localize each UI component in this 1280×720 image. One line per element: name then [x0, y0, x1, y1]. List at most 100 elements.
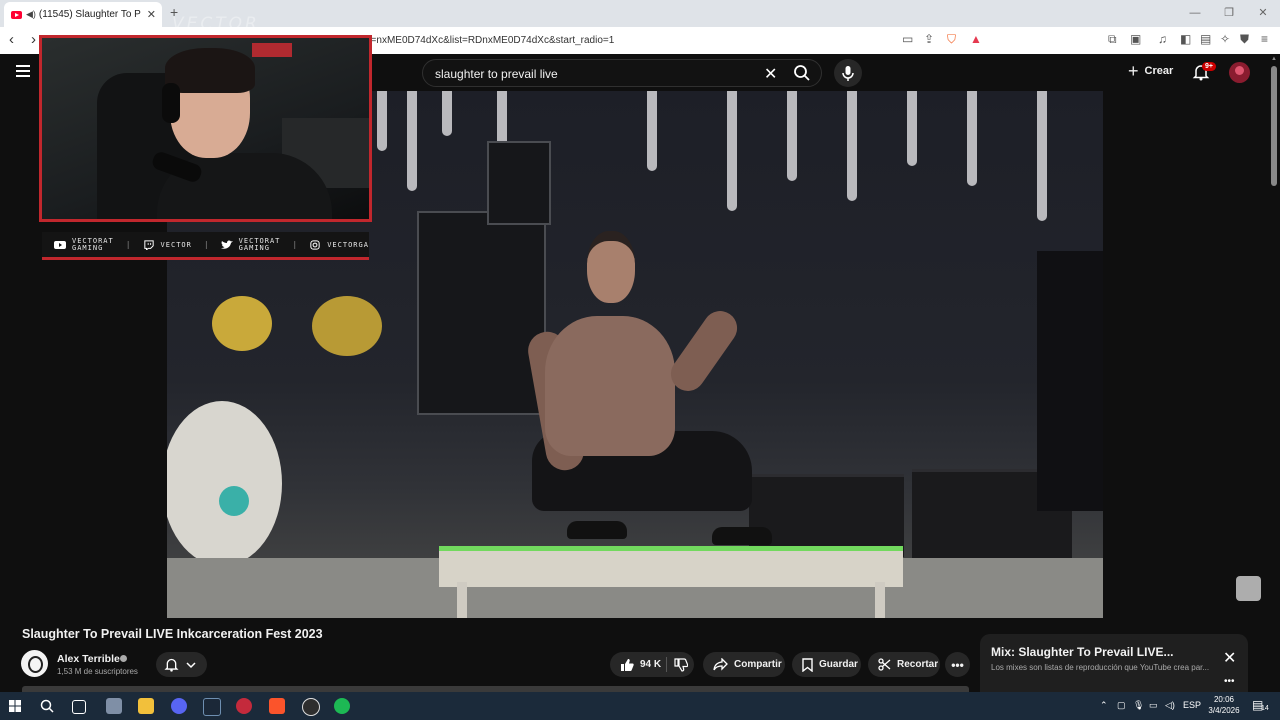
twitch-icon [143, 239, 154, 250]
address-bar[interactable]: ?v=nxME0D74dXc&list=RDnxME0D74dXc&start_… [360, 30, 990, 51]
task-view-icon[interactable] [72, 700, 86, 714]
youtube-icon [54, 240, 66, 249]
chevron-down-icon [186, 662, 196, 669]
scrollbar-thumb[interactable] [1271, 66, 1277, 186]
separator: | [203, 240, 209, 249]
show-hidden-icons-icon[interactable]: ⌃ [1100, 700, 1108, 711]
banner-drip [647, 91, 657, 171]
social-twitter: VECTORAT GAMING [220, 237, 281, 252]
notifications-badge: 9+ [1202, 62, 1216, 71]
share-page-icon[interactable]: ⇪ [924, 32, 934, 46]
equipment-road-case [417, 211, 546, 415]
mix-title: Mix: Slaughter To Prevail LIVE... [991, 645, 1174, 659]
mix-playlist-panel[interactable]: Mix: Slaughter To Prevail LIVE... Los mi… [980, 634, 1248, 694]
social-label: GAMING [72, 243, 104, 252]
wallet-icon[interactable]: ▤ [1200, 32, 1211, 46]
steam-icon[interactable] [203, 698, 221, 716]
share-icon [713, 658, 728, 671]
brave-rewards-icon[interactable]: ▲ [970, 32, 982, 46]
audio-playing-icon[interactable]: ◀) [26, 9, 36, 20]
riser-leg [457, 582, 467, 618]
more-actions-button[interactable]: ••• [945, 652, 970, 677]
menu-icon[interactable]: ≡ [1261, 32, 1268, 46]
share-label: Compartir [734, 659, 782, 670]
search-input[interactable] [433, 64, 757, 84]
notification-count: 14 [1261, 705, 1269, 712]
app-icon[interactable] [106, 698, 122, 714]
sidebar-icon[interactable]: ◧ [1180, 32, 1191, 46]
social-youtube: VECTORAT GAMING [54, 237, 114, 252]
microphone-icon [842, 66, 854, 81]
channel-avatar[interactable] [21, 650, 48, 677]
channel-watermark-icon[interactable] [1236, 576, 1261, 601]
tab-title: (11545) Slaughter To Prevail LIVE Inkcar… [38, 9, 141, 20]
page-scrollbar[interactable]: ▲ [1270, 56, 1278, 690]
webcam-overlay [39, 35, 372, 222]
more-horizontal-icon: ••• [951, 657, 964, 672]
volume-icon[interactable]: ◁) [1165, 700, 1175, 711]
share-button[interactable]: Compartir [703, 652, 785, 677]
clip-button[interactable]: Recortar [868, 652, 940, 677]
scissors-icon [878, 658, 891, 671]
close-icon[interactable]: ✕ [1223, 648, 1236, 668]
discord-icon[interactable] [171, 698, 187, 714]
headset-icon [162, 83, 180, 123]
banner-drip [407, 91, 417, 191]
reader-icon[interactable]: ▣ [1130, 32, 1141, 46]
channel-name[interactable]: Alex Terrible [57, 653, 120, 665]
create-button[interactable]: + Crear [1128, 62, 1173, 80]
like-button[interactable]: 94 K [610, 652, 694, 677]
banner-drip [377, 91, 387, 151]
instagram-icon [310, 239, 320, 250]
restore-button[interactable]: ❐ [1212, 0, 1246, 27]
guitarist-silhouette [1037, 251, 1103, 511]
windows-taskbar: ⌃ ▢ 🎙︎ ▭ ◁) ESP 20:06 3/4/2026 ▤ 14 [0, 692, 1280, 720]
more-vertical-icon[interactable]: ••• [1224, 676, 1235, 687]
forward-icon[interactable]: › [31, 31, 36, 48]
spotify-icon[interactable] [334, 698, 350, 714]
brave-icon[interactable] [269, 698, 285, 714]
network-icon[interactable]: ▭ [1149, 700, 1158, 711]
banner-drip [442, 91, 452, 136]
language-indicator[interactable]: ESP [1183, 700, 1201, 710]
search-icon[interactable] [40, 699, 54, 713]
drum-tom [312, 296, 382, 356]
extensions-icon[interactable]: ⧉ [1108, 32, 1117, 47]
clear-search-icon[interactable]: ✕ [764, 64, 777, 84]
hamburger-menu-icon[interactable] [16, 65, 30, 80]
overlay-social-bar: VECTORAT GAMING | VECTOR | VECTORAT GAMING… [42, 232, 369, 260]
performer-arm [664, 304, 744, 398]
browser-tab-active[interactable]: ◀) (11545) Slaughter To Prevail LIVE Ink… [4, 2, 162, 27]
save-button[interactable]: Guardar [792, 652, 861, 677]
leo-ai-icon[interactable]: ✧ [1220, 32, 1230, 46]
taskbar-clock[interactable]: 20:06 3/4/2026 [1206, 694, 1242, 716]
banner-drip [1037, 91, 1047, 221]
equipment-road-case [487, 141, 551, 225]
back-icon[interactable]: ‹ [9, 31, 14, 48]
close-window-button[interactable]: ✕ [1246, 0, 1280, 27]
brave-shields-icon[interactable]: ⛉ [947, 32, 956, 47]
microphone-tray-icon[interactable]: 🎙︎ [1133, 700, 1144, 711]
youtube-favicon-icon [11, 10, 22, 19]
opera-icon[interactable] [236, 698, 252, 714]
thumbs-up-icon [621, 658, 634, 671]
subscriber-count: 1,53 M de suscriptores [57, 667, 138, 676]
obs-icon[interactable] [302, 698, 320, 716]
tray-app-icon[interactable]: ▢ [1117, 700, 1126, 711]
media-icon[interactable]: ♫ [1158, 32, 1167, 46]
close-tab-icon[interactable]: ✕ [147, 8, 156, 21]
account-avatar[interactable] [1229, 62, 1250, 83]
thumbs-down-icon[interactable] [674, 658, 688, 672]
windows-start-icon[interactable] [9, 700, 21, 712]
file-explorer-icon[interactable] [138, 698, 154, 714]
cast-icon[interactable]: ▭ [902, 32, 913, 46]
minimize-button[interactable]: — [1178, 0, 1212, 27]
voice-search-button[interactable] [834, 59, 862, 87]
stage-riser [439, 546, 903, 587]
search-icon[interactable] [793, 64, 811, 87]
social-label: VECTOR [160, 240, 192, 249]
vpn-icon[interactable]: ⛊ [1240, 32, 1249, 47]
scroll-up-icon[interactable]: ▲ [1271, 56, 1277, 62]
subscription-notifications-button[interactable] [156, 652, 207, 677]
window-controls: — ❐ ✕ [1178, 0, 1280, 27]
